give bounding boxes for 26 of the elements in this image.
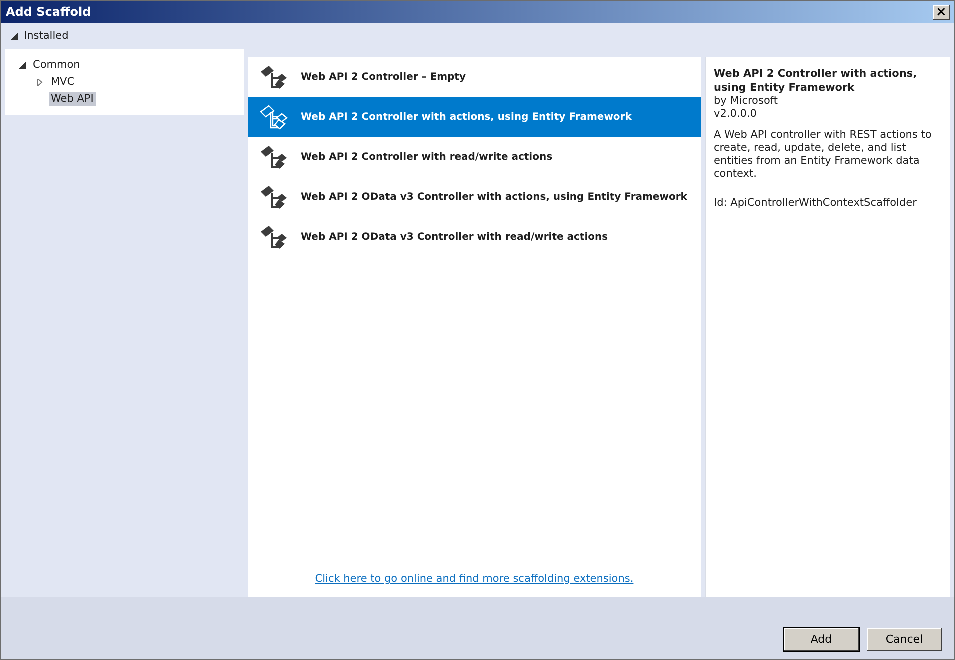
tree-item[interactable]: Common [31,58,82,72]
details-id: Id: ApiControllerWithContextScaffolder [714,197,918,210]
window-title: Add Scaffold [6,5,92,19]
template-item[interactable]: Web API 2 Controller with actions, using Entity Framework [248,97,701,137]
template-item[interactable]: Web API 2 OData v3 Controller with actions, using Entity Framework [248,177,701,217]
template-item[interactable]: Web API 2 Controller – Empty [248,57,701,97]
template-item[interactable]: Web API 2 Controller with read/write actions [248,137,701,177]
controller-icon [259,144,289,170]
details-description: A Web API controller with REST actions to create, read, update, delete, and list entities from an Entity Framework data context. [714,129,933,181]
expanded-triangle-icon[interactable] [11,32,18,40]
add-button[interactable]: Add [784,628,859,651]
cancel-button[interactable]: Cancel [867,628,942,651]
controller-icon [259,64,289,90]
controller-icon [259,184,289,210]
tree-item[interactable]: MVC [49,75,77,89]
template-item[interactable]: Web API 2 OData v3 Controller with read/write actions [248,217,701,257]
section-header[interactable]: Installed [24,30,69,42]
close-button[interactable]: × [933,4,950,20]
expanded-triangle-icon[interactable] [19,62,26,68]
online-link[interactable]: Click here to go online and find more scaffolding extensions. [315,573,634,585]
controller-icon [259,224,289,250]
collapsed-triangle-icon[interactable] [37,78,44,86]
tree-item[interactable]: Web API [49,92,96,106]
details-author: by Microsoft [714,95,779,108]
details-version: v2.0.0.0 [714,108,758,121]
controller-icon [259,104,289,130]
